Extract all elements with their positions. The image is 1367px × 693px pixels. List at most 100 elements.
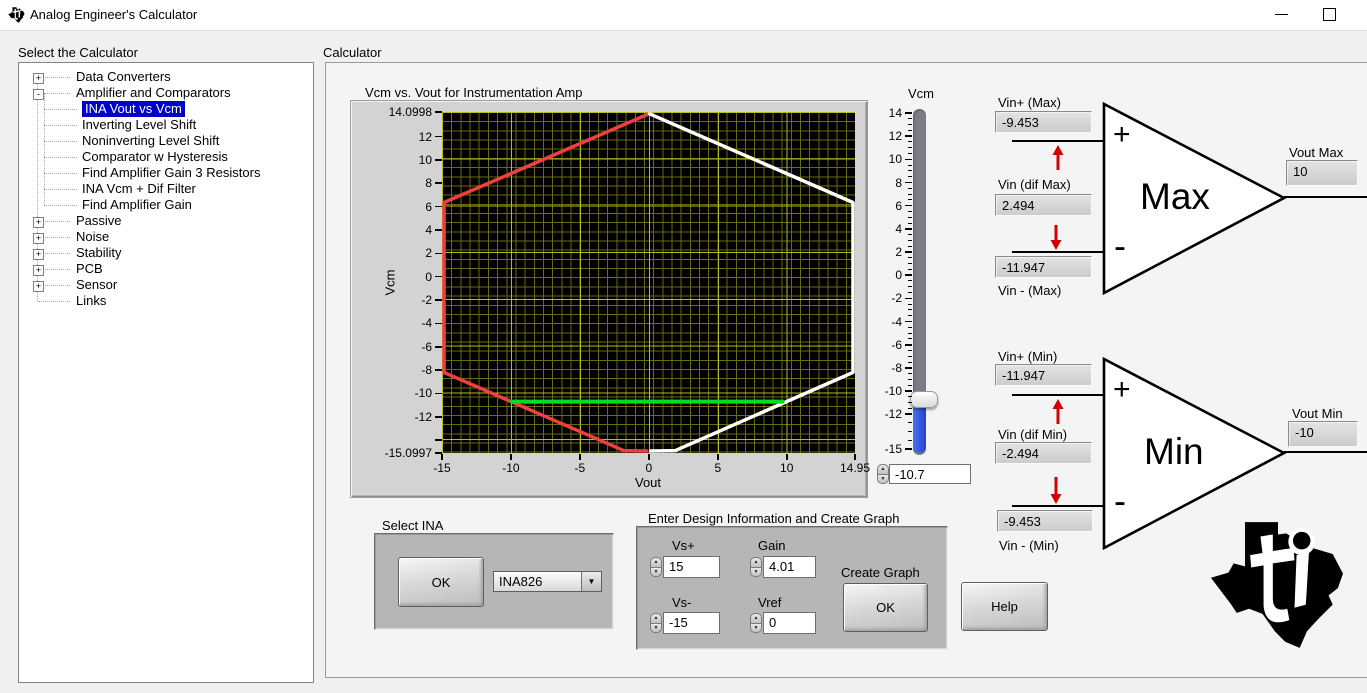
tree-item[interactable]: Sensor [76, 277, 117, 293]
tree-item[interactable]: INA Vcm + Dif Filter [82, 181, 196, 197]
vs-plus-field[interactable]: 15 [663, 556, 720, 578]
slider-minor-tick [908, 194, 912, 195]
tree-item[interactable]: Data Converters [76, 69, 171, 85]
slider-minor-tick [908, 217, 912, 218]
slider-minor-tick [908, 356, 912, 357]
slider-minor-tick [908, 269, 912, 270]
graph-plot-area [442, 112, 855, 453]
maximize-button[interactable] [1308, 0, 1348, 30]
slider-major-tick [905, 448, 912, 450]
ina-dropdown[interactable]: INA826 ▼ [493, 571, 602, 592]
tree-connector [44, 109, 77, 110]
slider-major-tick [905, 182, 912, 184]
y-axis-tick [435, 276, 442, 278]
tree-item[interactable]: Noise [76, 229, 109, 245]
vcm-value-field[interactable]: -10.7 [889, 464, 971, 484]
slider-minor-tick [908, 240, 912, 241]
spin-down-icon[interactable]: ▼ [750, 568, 762, 578]
graph-title: Vcm vs. Vout for Instrumentation Amp [365, 85, 582, 100]
x-axis-tick [441, 454, 443, 460]
create-graph-label: Create Graph [841, 565, 920, 580]
tree-connector [44, 125, 77, 126]
slider-minor-tick [908, 176, 912, 177]
tree-item[interactable]: Find Amplifier Gain 3 Resistors [82, 165, 260, 181]
tree-expand-icon[interactable]: + [33, 249, 44, 260]
vs-plus-spinner[interactable]: ▲▼ [650, 557, 662, 577]
slider-tick-label: 8 [862, 176, 902, 190]
spin-up-icon[interactable]: ▲ [750, 557, 762, 568]
tree-expand-icon[interactable]: + [33, 217, 44, 228]
tree-item[interactable]: Links [76, 293, 106, 309]
slider-major-tick [905, 413, 912, 415]
min-output-wire [1284, 451, 1367, 453]
vref-spinner[interactable]: ▲▼ [750, 613, 762, 633]
slider-minor-tick [908, 431, 912, 432]
tree-item[interactable]: Inverting Level Shift [82, 117, 196, 133]
x-axis-tick [786, 454, 788, 460]
tree-connector [44, 205, 77, 206]
y-tick-label: 8 [356, 176, 432, 190]
y-tick-label: 12 [356, 130, 432, 144]
tree-item[interactable]: INA Vout vs Vcm [82, 101, 185, 117]
min-plus-wire [1012, 394, 1105, 396]
slider-major-tick [905, 298, 912, 300]
slider-tick-label: -10 [862, 384, 902, 398]
vout-min-label: Vout Min [1292, 406, 1343, 421]
tree-expand-icon[interactable]: + [33, 265, 44, 276]
spin-up-icon[interactable]: ▲ [650, 613, 662, 624]
x-axis-label: Vout [618, 475, 678, 490]
select-ina-label: Select INA [382, 518, 443, 533]
maximize-icon [1323, 8, 1336, 21]
slider-minor-tick [908, 408, 912, 409]
slider-minor-tick [908, 440, 912, 441]
spin-down-icon[interactable]: ▼ [877, 475, 889, 485]
tree-item[interactable]: PCB [76, 261, 103, 277]
red-down-arrow-icon [1049, 224, 1063, 250]
slider-minor-tick [908, 188, 912, 189]
tree-expand-icon[interactable]: + [33, 281, 44, 292]
dropdown-arrow-icon[interactable]: ▼ [581, 572, 601, 591]
minimize-button[interactable] [1261, 0, 1301, 30]
gain-field[interactable]: 4.01 [763, 556, 816, 578]
slider-minor-tick [908, 315, 912, 316]
slider-minor-tick [908, 422, 912, 423]
vin-plus-min-field: -11.947 [995, 364, 1092, 386]
max-minus-sign: - [1114, 225, 1126, 266]
slider-tick-label: 14 [862, 106, 902, 120]
spin-down-icon[interactable]: ▼ [650, 568, 662, 578]
gain-spinner[interactable]: ▲▼ [750, 557, 762, 577]
vref-field[interactable]: 0 [763, 612, 816, 634]
x-axis-tick [510, 454, 512, 460]
slider-major-tick [905, 367, 912, 369]
tree-expand-icon[interactable]: + [33, 73, 44, 84]
vs-minus-field[interactable]: -15 [663, 612, 720, 634]
vcm-slider-thumb[interactable] [910, 391, 938, 408]
slider-minor-tick [908, 338, 912, 339]
spin-up-icon[interactable]: ▲ [750, 613, 762, 624]
slider-tick-label: -15 [862, 442, 902, 456]
create-graph-ok-button[interactable]: OK [843, 583, 928, 632]
vs-plus-label: Vs+ [672, 538, 695, 553]
tree-expand-icon[interactable]: + [33, 233, 44, 244]
tree-item[interactable]: Comparator w Hysteresis [82, 149, 228, 165]
spin-down-icon[interactable]: ▼ [650, 624, 662, 634]
max-opamp-triangle: + - Max [1100, 100, 1290, 300]
slider-major-tick [905, 112, 912, 114]
x-tick-label: 10 [757, 461, 817, 475]
vs-minus-spinner[interactable]: ▲▼ [650, 613, 662, 633]
spin-up-icon[interactable]: ▲ [650, 557, 662, 568]
tree-item[interactable]: Stability [76, 245, 122, 261]
tree-connector [44, 157, 77, 158]
select-ina-ok-button[interactable]: OK [398, 557, 484, 607]
tree-item[interactable]: Noninverting Level Shift [82, 133, 219, 149]
tree-item[interactable]: Amplifier and Comparators [76, 85, 231, 101]
help-button[interactable]: Help [961, 582, 1048, 631]
vin-minus-min-field: -9.453 [997, 510, 1093, 532]
spin-down-icon[interactable]: ▼ [750, 624, 762, 634]
tree-item[interactable]: Passive [76, 213, 122, 229]
slider-tick-label: 12 [862, 129, 902, 143]
tree-item[interactable]: Find Amplifier Gain [82, 197, 192, 213]
vin-plus-max-field: -9.453 [995, 111, 1092, 133]
tree-collapse-icon[interactable]: - [33, 89, 44, 100]
slider-minor-tick [908, 170, 912, 171]
